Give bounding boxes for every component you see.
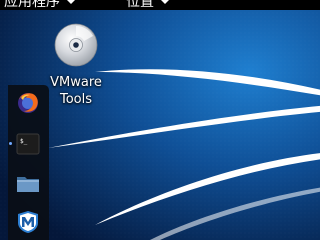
terminal-icon: $_ (16, 133, 40, 155)
desktop-icon-label: VMware Tools (38, 74, 114, 108)
dash-dock: $_ (8, 85, 49, 240)
dock-item-metasploit[interactable] (16, 210, 40, 234)
folder-icon (17, 177, 39, 192)
applications-menu[interactable]: 应用程序 (4, 0, 76, 10)
firefox-icon (18, 93, 38, 113)
desktop[interactable]: 应用程序 位置 $_ VMware Tools (0, 0, 320, 240)
applications-menu-label: 应用程序 (4, 0, 60, 10)
dock-item-files[interactable] (16, 171, 40, 195)
svg-text:$_: $_ (20, 138, 28, 145)
desktop-icon-vmware-tools[interactable]: VMware Tools (38, 22, 114, 108)
places-menu-label: 位置 (126, 0, 154, 10)
desktop-icon-label-line1: VMware (50, 75, 102, 90)
places-menu[interactable]: 位置 (126, 0, 170, 10)
dock-item-terminal[interactable]: $_ (16, 132, 40, 156)
chevron-down-icon (160, 0, 170, 4)
cd-disc-icon (54, 23, 98, 67)
chevron-down-icon (66, 0, 76, 4)
running-indicator (9, 142, 12, 145)
dock-item-firefox[interactable] (16, 91, 40, 115)
top-panel: 应用程序 位置 (0, 0, 320, 10)
metasploit-icon (18, 211, 38, 233)
desktop-icon-label-line2: Tools (59, 92, 93, 107)
